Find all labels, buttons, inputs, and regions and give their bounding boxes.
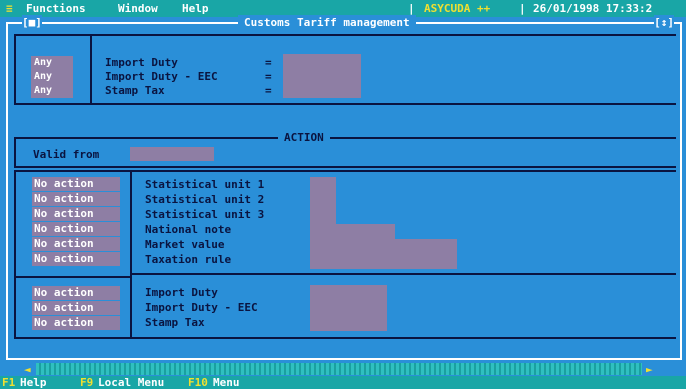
- scope-tag[interactable]: Any: [31, 70, 73, 84]
- menu-window[interactable]: Window: [118, 1, 158, 16]
- divider: [14, 137, 16, 167]
- menu-functions[interactable]: Functions: [26, 1, 86, 16]
- action-select[interactable]: No action: [32, 252, 120, 266]
- menubar-separator: |: [408, 2, 415, 15]
- action-select[interactable]: No action: [32, 301, 120, 315]
- valid-from-label: Valid from: [33, 148, 100, 161]
- datetime: 26/01/1998 17:33:2: [533, 2, 653, 15]
- app-name: ASYCUDA ++: [424, 2, 491, 15]
- duty-action-values-field[interactable]: [310, 285, 387, 331]
- equals-sign: =: [265, 70, 272, 83]
- divider: [14, 137, 676, 139]
- import-duty-action-label: Import Duty: [145, 286, 218, 299]
- status-bar: F1 Help F9 Local Menu F10 Menu: [0, 376, 686, 389]
- import-duty-eec-action-label: Import Duty - EEC: [145, 301, 258, 314]
- action-select[interactable]: No action: [32, 177, 120, 191]
- f9-key[interactable]: F9: [80, 376, 93, 389]
- f10-label[interactable]: Menu: [213, 376, 240, 389]
- system-menu-icon[interactable]: ≡: [6, 1, 13, 16]
- equals-sign: =: [265, 84, 272, 97]
- action-select[interactable]: No action: [32, 222, 120, 236]
- statistical-unit-3-label: Statistical unit 3: [145, 208, 265, 221]
- valid-from-field[interactable]: [130, 147, 214, 161]
- equals-sign: =: [265, 56, 272, 69]
- menu-help[interactable]: Help: [182, 1, 209, 16]
- duty-rates-field[interactable]: [283, 54, 361, 98]
- divider: [130, 170, 132, 338]
- scroll-right-icon[interactable]: ►: [646, 362, 653, 377]
- window-title: Customs Tariff management: [238, 15, 416, 30]
- scope-tag[interactable]: Any: [31, 84, 73, 98]
- national-note-label: National note: [145, 223, 232, 236]
- divider: [130, 273, 676, 275]
- f1-key[interactable]: F1: [2, 376, 15, 389]
- divider: [14, 170, 676, 172]
- action-select[interactable]: No action: [32, 192, 120, 206]
- f10-key[interactable]: F10: [188, 376, 208, 389]
- f1-label[interactable]: Help: [20, 376, 47, 389]
- f9-label[interactable]: Local Menu: [98, 376, 164, 389]
- divider: [90, 34, 92, 104]
- scope-tag[interactable]: Any: [31, 56, 73, 70]
- taxation-rule-label: Taxation rule: [145, 253, 232, 266]
- action-select[interactable]: No action: [32, 286, 120, 300]
- statistical-unit-2-label: Statistical unit 2: [145, 193, 265, 206]
- stamp-tax-action-label: Stamp Tax: [145, 316, 205, 329]
- market-value-taxation-field[interactable]: [310, 239, 457, 269]
- divider: [14, 166, 676, 168]
- divider: [14, 170, 16, 338]
- scroll-left-icon[interactable]: ◄: [24, 362, 31, 377]
- menubar-separator: |: [519, 2, 526, 15]
- statistical-units-field[interactable]: [310, 177, 336, 224]
- market-value-label: Market value: [145, 238, 225, 251]
- statistical-unit-1-label: Statistical unit 1: [145, 178, 265, 191]
- national-note-field[interactable]: [310, 224, 395, 239]
- divider: [14, 276, 132, 278]
- action-select[interactable]: No action: [32, 237, 120, 251]
- horizontal-scrollbar[interactable]: [36, 363, 642, 375]
- divider: [14, 103, 676, 105]
- action-select[interactable]: No action: [32, 207, 120, 221]
- divider: [14, 34, 16, 104]
- action-select[interactable]: No action: [32, 316, 120, 330]
- zoom-box-icon[interactable]: [↕]: [654, 15, 674, 30]
- import-duty-label: Import Duty: [105, 56, 178, 69]
- divider: [14, 34, 676, 36]
- stamp-tax-label: Stamp Tax: [105, 84, 165, 97]
- action-section-title: ACTION: [278, 130, 330, 145]
- divider: [14, 337, 676, 339]
- close-box-icon[interactable]: [■]: [22, 15, 42, 30]
- import-duty-eec-label: Import Duty - EEC: [105, 70, 218, 83]
